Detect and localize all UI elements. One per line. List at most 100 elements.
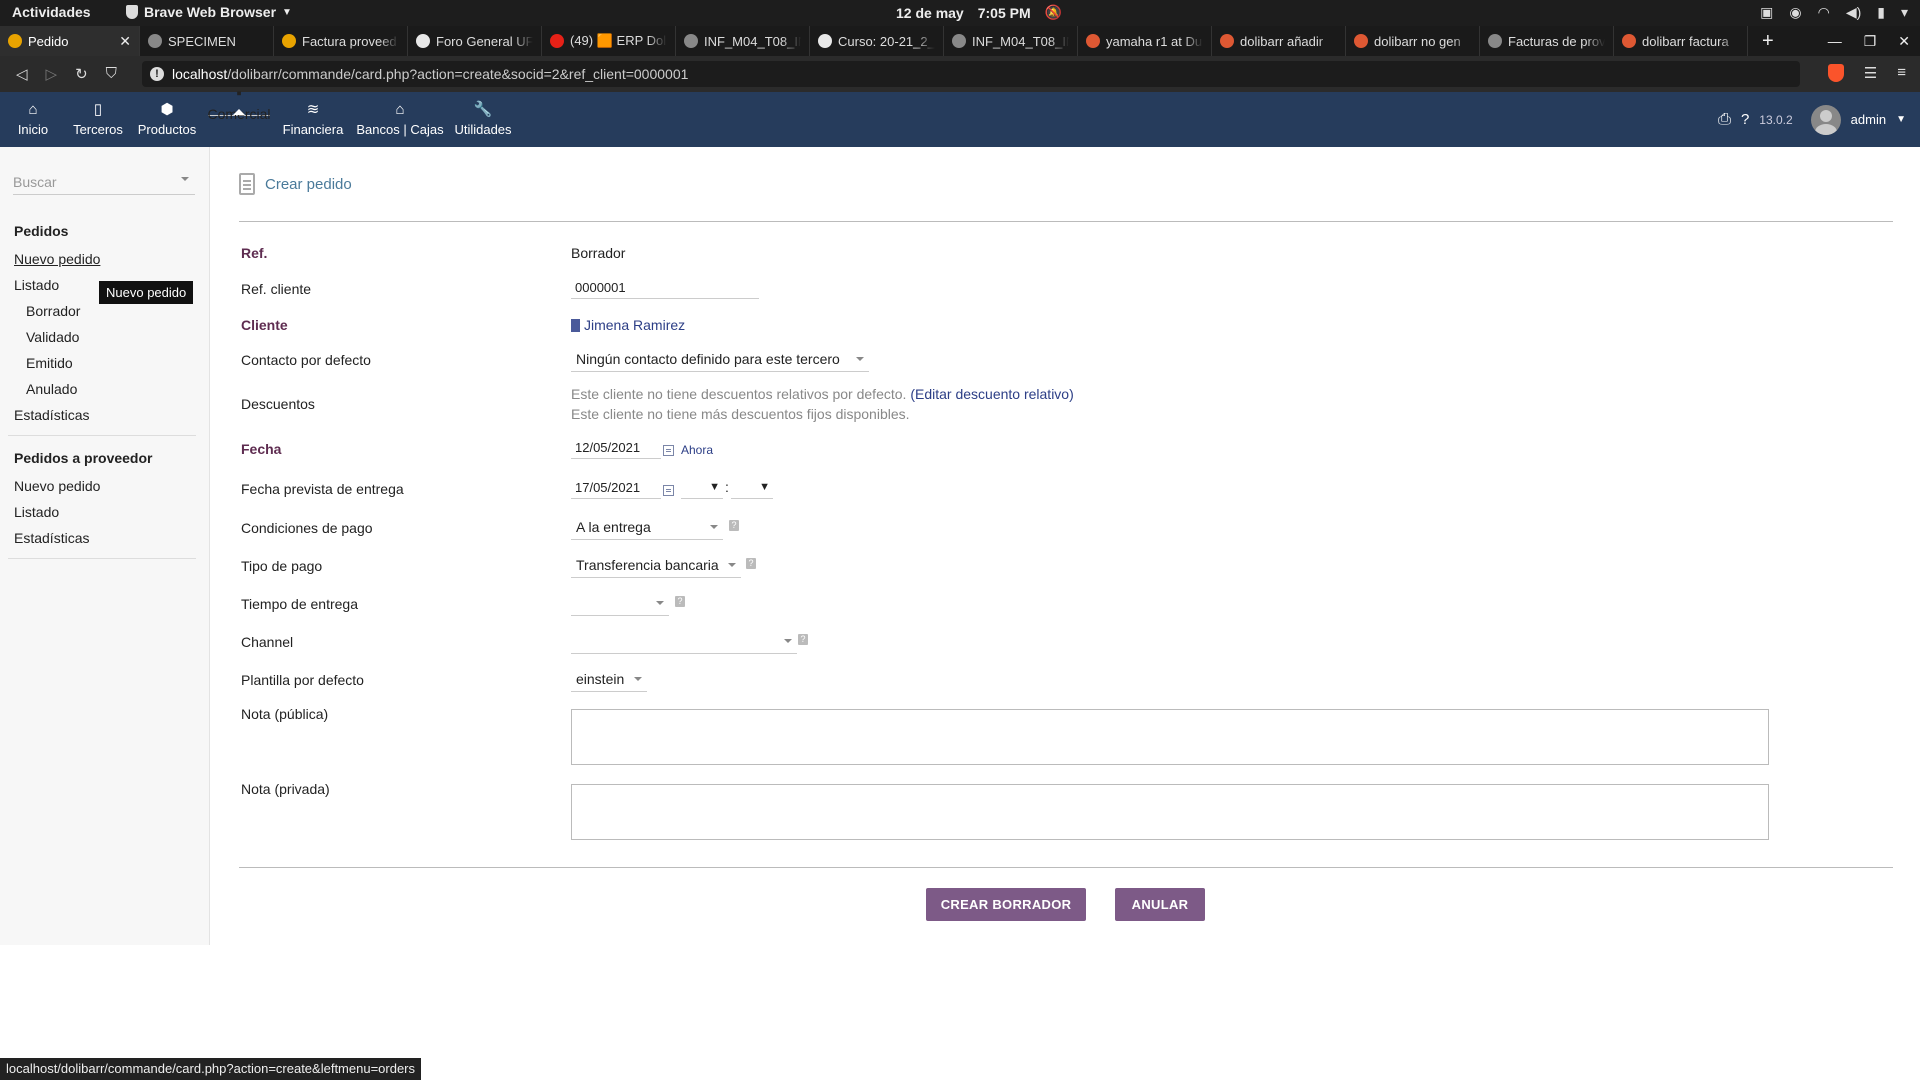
menu-divider xyxy=(8,558,196,559)
site-info-icon[interactable]: ! xyxy=(150,67,164,81)
help-icon[interactable]: ? xyxy=(798,634,808,645)
contact-select[interactable]: Ningún contacto definido para este terce… xyxy=(571,348,869,372)
calendar-icon[interactable] xyxy=(663,485,674,496)
steam-icon: ◉ xyxy=(1789,4,1802,20)
tab-title: Curso: 20-21_2_D xyxy=(838,33,935,49)
payment-terms-select[interactable]: A la entrega xyxy=(571,516,723,540)
menu-financiera[interactable]: ≋ Financiera xyxy=(280,92,346,147)
close-icon[interactable]: ✕ xyxy=(119,33,131,50)
note-private-textarea[interactable] xyxy=(571,784,1769,840)
menu-productos[interactable]: ⬢ Productos xyxy=(136,92,198,147)
activities-button[interactable]: Actividades xyxy=(12,4,91,20)
now-link[interactable]: Ahora xyxy=(681,443,713,457)
menu-bancos[interactable]: ⌂ Bancos | Cajas xyxy=(354,92,446,147)
sidebar-icon[interactable]: ☰ xyxy=(1864,64,1877,82)
section-supplier-orders-title[interactable]: Pedidos a proveedor xyxy=(14,450,152,466)
tab-title: Facturas de prov xyxy=(1508,33,1605,49)
menu-inicio[interactable]: ⌂ Inicio xyxy=(14,92,52,147)
template-select[interactable]: einstein xyxy=(571,668,647,692)
help-icon[interactable]: ? xyxy=(729,520,739,531)
client-link[interactable]: Jimena Ramirez xyxy=(571,317,685,333)
favicon-icon xyxy=(8,34,22,48)
forward-icon[interactable]: ▷ xyxy=(46,65,58,83)
edit-discount-link[interactable]: Editar descuento relativo xyxy=(915,386,1069,402)
delivery-date-input[interactable] xyxy=(571,477,661,499)
restore-icon[interactable]: ❐ xyxy=(1864,33,1877,50)
browser-toolbar: ◁ ▷ ↻ ⛉ ! localhost/dolibarr/commande/ca… xyxy=(0,56,1920,92)
minimize-icon[interactable]: — xyxy=(1828,33,1842,49)
version-text: 13.0.2 xyxy=(1759,112,1793,127)
back-icon[interactable]: ◁ xyxy=(16,65,28,83)
supplier-stats-link[interactable]: Estadísticas xyxy=(14,530,89,546)
cancel-button[interactable]: ANULAR xyxy=(1115,888,1205,921)
reload-icon[interactable]: ↻ xyxy=(75,65,88,83)
ref-client-input[interactable] xyxy=(571,277,759,299)
help-icon[interactable]: ? xyxy=(1741,111,1749,128)
create-draft-button[interactable]: CREAR BORRADOR xyxy=(926,888,1086,921)
search-select[interactable]: Buscar xyxy=(13,171,195,195)
print-icon[interactable]: ⎙ xyxy=(1718,111,1731,129)
url-bar[interactable]: ! localhost/dolibarr/commande/card.php?a… xyxy=(142,61,1800,87)
delivery-hour-select[interactable]: ▼ xyxy=(681,477,723,499)
section-orders-title[interactable]: Pedidos xyxy=(14,223,68,239)
new-tab-button[interactable]: + xyxy=(1748,26,1788,56)
delivery-time-select[interactable] xyxy=(571,592,669,616)
help-icon[interactable]: ? xyxy=(746,558,756,569)
delivery-minute-select[interactable]: ▼ xyxy=(731,477,773,499)
ref-value: Borrador xyxy=(571,245,626,261)
user-name[interactable]: admin xyxy=(1851,112,1886,127)
supplier-orders-list-link[interactable]: Listado xyxy=(14,504,59,520)
orders-cancelled-link[interactable]: Anulado xyxy=(26,381,77,397)
menu-utilidades[interactable]: 🔧 Utilidades xyxy=(452,92,514,147)
browser-tab[interactable]: INF_M04_T08_IN xyxy=(944,26,1078,56)
browser-tab[interactable]: Foro General UF xyxy=(408,26,542,56)
close-window-icon[interactable]: ✕ xyxy=(1898,33,1910,50)
coins-icon: ≋ xyxy=(306,101,320,118)
avatar[interactable] xyxy=(1810,104,1841,135)
app-menu[interactable]: Brave Web Browser ▼ xyxy=(126,4,292,20)
favicon-icon xyxy=(1488,34,1502,48)
power-icon: ▾ xyxy=(1900,4,1908,20)
supplier-new-order-link[interactable]: Nuevo pedido xyxy=(14,478,100,494)
system-tray[interactable]: ▣ ◉ ◠ ◀) ▮ ▾ xyxy=(1760,4,1908,21)
menu-comercial[interactable]: ▪ Comercial xyxy=(208,85,271,122)
note-public-label: Nota (pública) xyxy=(241,706,329,722)
new-order-link[interactable]: Nuevo pedido xyxy=(14,251,100,267)
client-name: Jimena Ramirez xyxy=(584,317,686,333)
channel-select[interactable] xyxy=(571,630,797,654)
discount-text-relative: Este cliente no tiene descuentos relativ… xyxy=(571,386,907,402)
browser-tab[interactable]: dolibarr no gen xyxy=(1346,26,1480,56)
orders-draft-link[interactable]: Borrador xyxy=(26,303,80,319)
orders-sent-link[interactable]: Emitido xyxy=(26,355,73,371)
tab-title: yamaha r1 at Du xyxy=(1106,33,1203,49)
clock[interactable]: 12 de may 7:05 PM 🔕 xyxy=(896,4,1062,21)
help-icon[interactable]: ? xyxy=(675,596,685,607)
browser-tab[interactable]: Facturas de prov xyxy=(1480,26,1614,56)
browser-tab[interactable]: Curso: 20-21_2_D xyxy=(810,26,944,56)
caret-down-icon xyxy=(784,639,792,647)
browser-tab-active[interactable]: Pedido ✕ xyxy=(0,26,140,56)
browser-tab[interactable]: (49) 🟧 ERP Doli xyxy=(542,26,676,56)
note-public-textarea[interactable] xyxy=(571,709,1769,765)
browser-tab[interactable]: dolibarr factura xyxy=(1614,26,1748,56)
menu-label: Financiera xyxy=(282,122,344,137)
brave-shields-icon[interactable] xyxy=(1827,64,1844,82)
browser-tab[interactable]: INF_M04_T08_IN xyxy=(676,26,810,56)
menu-label: Comercial xyxy=(207,105,271,122)
menu-terceros[interactable]: ▯ Terceros xyxy=(70,92,126,147)
template-value: einstein xyxy=(576,671,625,687)
bookmark-icon[interactable]: ⛉ xyxy=(106,65,117,83)
date-input[interactable] xyxy=(571,437,661,459)
browser-tab[interactable]: SPECIMEN xyxy=(140,26,274,56)
orders-stats-link[interactable]: Estadísticas xyxy=(14,407,89,423)
orders-validated-link[interactable]: Validado xyxy=(26,329,79,345)
browser-tab[interactable]: dolibarr añadir xyxy=(1212,26,1346,56)
chevron-down-icon[interactable]: ▼ xyxy=(1896,114,1906,125)
orders-list-link[interactable]: Listado xyxy=(14,277,59,293)
calendar-icon[interactable] xyxy=(663,445,674,456)
browser-tab[interactable]: Factura proveed xyxy=(274,26,408,56)
note-private-label: Nota (privada) xyxy=(241,781,330,797)
menu-icon[interactable]: ≡ xyxy=(1897,64,1906,82)
browser-tab[interactable]: yamaha r1 at Du xyxy=(1078,26,1212,56)
payment-type-select[interactable]: Transferencia bancaria xyxy=(571,554,741,578)
